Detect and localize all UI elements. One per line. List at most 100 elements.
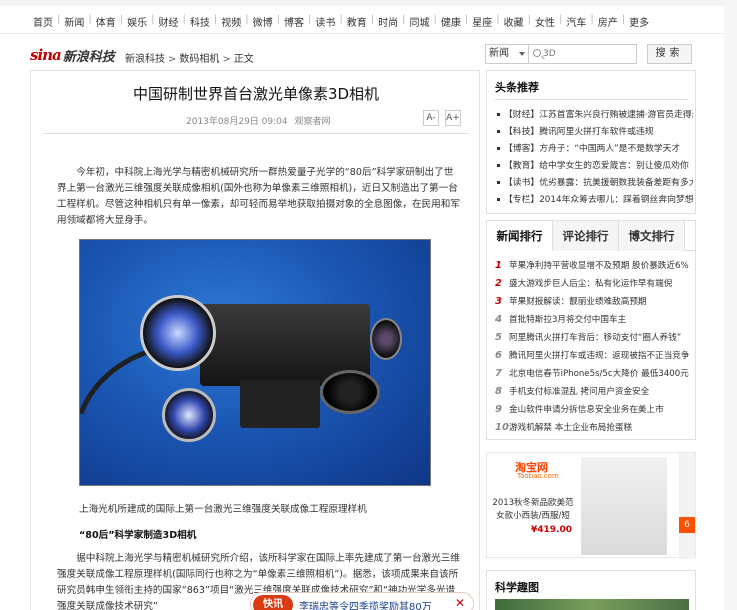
ranking-number: 2	[495, 278, 502, 289]
headline-text: 【博客】方舟子：“中国两人”是不是数学天才	[504, 144, 681, 154]
bullet-icon	[497, 147, 500, 150]
search-button[interactable]: 搜索	[647, 44, 692, 64]
ranking-item[interactable]: 4 首批特斯拉3月将交付中国车主	[495, 311, 691, 329]
headlines-list: 【财经】江苏首富朱兴良行贿被逮捕·游官员走得近【科技】腾讯阿里火拼打车软件或违规…	[497, 107, 693, 209]
nav-item[interactable]: 微博	[250, 14, 276, 29]
nav-item[interactable]: 读书	[312, 14, 338, 29]
article-date: 2013年08月29日 09:04	[186, 117, 288, 127]
bullet-icon	[497, 113, 500, 116]
nav-item[interactable]: 首页	[30, 14, 56, 29]
search-icon	[533, 49, 541, 57]
news-flash-text[interactable]: 李瑞忠等令四季揽奖励其80万	[299, 598, 432, 610]
nav-item[interactable]: 星座	[469, 14, 495, 29]
taobao-product-image[interactable]	[581, 457, 667, 555]
ranking-text: 北京电信春节iPhone5s/5c大降价 最低3400元	[509, 369, 689, 379]
taobao-ad-content: 淘宝网 Taobao.com 2013秋冬新品欧美范女款小西装/西服/短 ¥41…	[487, 453, 677, 559]
search-input[interactable]	[543, 47, 633, 61]
ranking-box: 新闻排行 评论排行 博文排行 1 苹果净利持平营收显增不及预期 股价暴跌近6% 2 盛…	[486, 220, 696, 440]
chevron-down-icon	[519, 52, 525, 56]
nav-item[interactable]: 女性	[532, 14, 558, 29]
ranking-item[interactable]: 1 苹果净利持平营收显增不及预期 股价暴跌近6%	[495, 257, 691, 275]
headlines-title: 头条推荐	[495, 81, 539, 94]
breadcrumb-item[interactable]: 新浪科技	[125, 54, 165, 65]
photo-caption: 上海光机所建成的国际上第一台激光三维强度关联成像工程原理样机	[79, 504, 367, 515]
news-flash-bar[interactable]: 快讯 李瑞忠等令四季揽奖励其80万 ✕	[250, 592, 474, 610]
taobao-page-number[interactable]: 6	[679, 517, 695, 533]
ranking-item[interactable]: 6 腾讯阿里火拼打车或违规：返现被指不正当竞争	[495, 347, 691, 365]
nav-item[interactable]: 体育	[93, 14, 119, 29]
nav-item[interactable]: 视频	[218, 14, 244, 29]
breadcrumb-separator: >	[222, 54, 231, 65]
headline-item[interactable]: 【博客】方舟子：“中国两人”是不是数学天才	[497, 141, 693, 158]
headlines-box: 头条推荐 【财经】江苏首富朱兴良行贿被逮捕·游官员走得近【科技】腾讯阿里火拼打车…	[486, 70, 696, 214]
nav-item[interactable]: 同城	[407, 14, 433, 29]
headline-item[interactable]: 【科技】腾讯阿里火拼打车软件或违规	[497, 124, 693, 141]
site-logo[interactable]: sina 新浪科技	[30, 44, 115, 66]
article-source[interactable]: 观察者网	[294, 117, 330, 127]
taobao-pager: 6	[679, 453, 695, 559]
taobao-logo-sub: Taobao.com	[517, 472, 559, 480]
taobao-product-name[interactable]: 2013秋冬新品欧美范女款小西装/西服/短	[491, 497, 575, 523]
headline-item[interactable]: 【专栏】2014年众筹去哪儿：踩着钢丝奔向梦想	[497, 192, 693, 209]
nav-item[interactable]: 房产	[595, 14, 621, 29]
ranking-text: 阿里腾讯火拼打车背后：移动支付“圈人养钱”	[509, 333, 682, 343]
ranking-item[interactable]: 8 手机支付标准混乱 拷问用户资金安全	[495, 383, 691, 401]
headline-item[interactable]: 【读书】优劣暴露：抗美援朝数我装备差距有多大	[497, 175, 693, 192]
nav-item[interactable]: 财经	[156, 14, 182, 29]
nav-item[interactable]: 汽车	[563, 14, 589, 29]
ranking-item[interactable]: 5 阿里腾讯火拼打车背后：移动支付“圈人养钱”	[495, 329, 691, 347]
ranking-number: 3	[495, 296, 502, 307]
bullet-icon	[497, 181, 500, 184]
headline-item[interactable]: 【财经】江苏首富朱兴良行贿被逮捕·游官员走得近	[497, 107, 693, 124]
ranking-item[interactable]: 7 北京电信春节iPhone5s/5c大降价 最低3400元	[495, 365, 691, 383]
nav-item[interactable]: 收藏	[501, 14, 527, 29]
font-smaller-button[interactable]: A-	[423, 110, 439, 126]
ranking-text: 首批特斯拉3月将交付中国车主	[509, 315, 627, 325]
article-title: 中国研制世界首台激光单像素3D相机	[132, 85, 380, 103]
nav-item[interactable]: 科技	[187, 14, 213, 29]
search-input-box[interactable]	[529, 44, 637, 64]
ranking-item[interactable]: 10游戏机解禁 本土企业布局抢蛋糕	[495, 419, 691, 437]
headline-item[interactable]: 【教育】给中学女生的恋爱箴言：别让傻瓜劝你	[497, 158, 693, 175]
nav-more[interactable]: 更多	[626, 14, 652, 29]
science-pic-thumbnail[interactable]	[495, 599, 689, 610]
search-category-value: 新闻	[489, 48, 509, 59]
news-flash-badge: 快讯	[253, 595, 293, 610]
ranking-number: 8	[495, 386, 502, 397]
headline-text: 【教育】给中学女生的恋爱箴言：别让傻瓜劝你	[504, 161, 689, 171]
headline-text: 【读书】优劣暴露：抗美援朝数我装备差距有多大	[504, 178, 693, 188]
nav-item[interactable]: 健康	[438, 14, 464, 29]
ranking-text: 苹果净利持平营收显增不及预期 股价暴跌近6%	[509, 261, 689, 271]
close-icon[interactable]: ✕	[455, 596, 465, 610]
top-nav: 首页 | 新闻 | 体育 | 娱乐 | 财经 | 科技 | 视频 | 微博 | 博客 | 读书 | 教育 | 时尚 | 同城 | 健…	[0, 0, 737, 34]
ranking-text: 盛大游戏步巨人后尘：私有化运作早有端倪	[509, 279, 673, 289]
tab-blog-ranking[interactable]: 博文排行	[619, 221, 685, 251]
bullet-icon	[497, 164, 500, 167]
nav-item[interactable]: 教育	[344, 14, 370, 29]
font-larger-button[interactable]: A+	[445, 110, 461, 126]
article-photo	[79, 239, 431, 486]
article-paragraph: 今年初，中科院上海光学与精密机械研究所一群热爱量子光学的“80后”科学家研制出了…	[57, 167, 460, 226]
headline-text: 【科技】腾讯阿里火拼打车软件或违规	[504, 127, 654, 137]
breadcrumb-separator: >	[168, 54, 177, 65]
nav-item[interactable]: 娱乐	[124, 14, 150, 29]
taobao-ad[interactable]: 淘宝网 Taobao.com 2013秋冬新品欧美范女款小西装/西服/短 ¥41…	[486, 452, 696, 559]
breadcrumb-item[interactable]: 数码相机	[179, 54, 219, 65]
search-category-select[interactable]: 新闻	[485, 44, 529, 64]
ranking-number: 1	[495, 260, 502, 271]
photo-lens	[162, 388, 216, 442]
logo-channel: 新浪科技	[62, 49, 115, 65]
ranking-number: 4	[495, 314, 502, 325]
tab-comment-ranking[interactable]: 评论排行	[553, 221, 619, 251]
ranking-item[interactable]: 2 盛大游戏步巨人后尘：私有化运作早有端倪	[495, 275, 691, 293]
headlines-divider	[495, 99, 687, 100]
nav-item[interactable]: 新闻	[61, 14, 87, 29]
ranking-item[interactable]: 9 金山软件申请分拆信息安全业务在美上市	[495, 401, 691, 419]
breadcrumb-item: 正文	[233, 54, 254, 65]
page-scrollbar[interactable]	[724, 0, 737, 610]
nav-item[interactable]: 博客	[281, 14, 307, 29]
ranking-number: 9	[495, 404, 502, 415]
ranking-item[interactable]: 3 苹果财报解读：靓丽业绩难敌高预期	[495, 293, 691, 311]
tab-news-ranking[interactable]: 新闻排行	[487, 221, 553, 251]
nav-item[interactable]: 时尚	[375, 14, 401, 29]
